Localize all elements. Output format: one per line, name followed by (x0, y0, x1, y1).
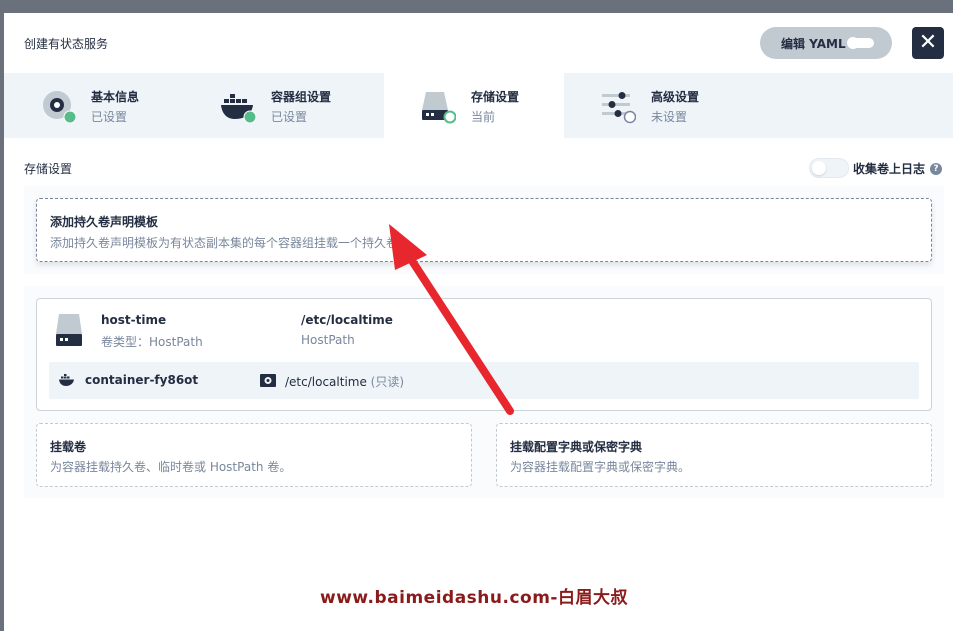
wizard-steps: 基本信息 已设置 容器组设置 已设置 存储设置 当前 高级设置 未设置 (4, 73, 953, 138)
tab-label: 高级设置 (651, 90, 700, 104)
tab-advanced-settings[interactable]: 高级设置 未设置 (564, 73, 744, 138)
section-title: 存储设置 (24, 162, 73, 176)
volume-disk-icon (56, 314, 82, 346)
mount-configmap-secret-button[interactable]: 挂载配置字典或保密字典 为容器挂载配置字典或保密字典。 (496, 423, 932, 487)
tab-status: 未设置 (651, 110, 688, 124)
docker-icon (221, 94, 256, 124)
mount-path-value: /etc/localtime (285, 375, 367, 389)
add-pvc-template-desc: 添加持久卷声明模板为有状态副本集的每个容器组挂载一个持久卷 (50, 236, 399, 250)
volume-path: /etc/localtime (301, 313, 393, 327)
volume-kind: HostPath (301, 333, 355, 347)
add-pvc-template-title: 添加持久卷声明模板 (50, 215, 159, 229)
tab-status: 已设置 (271, 110, 308, 124)
readonly-label: (只读) (370, 375, 405, 389)
tab-pod-settings[interactable]: 容器组设置 已设置 (184, 73, 364, 138)
volumes-panel: host-time 卷类型：HostPath /etc/localtime Ho… (24, 286, 944, 498)
volume-card[interactable]: host-time 卷类型：HostPath /etc/localtime Ho… (36, 298, 932, 411)
watermark: www.baimeidashu.com-白眉大叔 (320, 588, 628, 608)
collect-logs-label: 收集卷上日志 (853, 162, 926, 176)
help-icon[interactable]: ? (930, 163, 942, 175)
modal-title: 创建有状态服务 (24, 37, 109, 51)
collect-logs-toggle[interactable] (809, 158, 849, 178)
edit-yaml-label: 编辑 YAML (781, 36, 846, 51)
tab-storage-settings[interactable]: 存储设置 当前 (384, 73, 564, 138)
mount-volume-button[interactable]: 挂载卷 为容器挂载持久卷、临时卷或 HostPath 卷。 (36, 423, 472, 487)
edit-yaml-toggle-button[interactable]: 编辑 YAML (760, 27, 892, 59)
close-icon[interactable]: ✕ (912, 27, 944, 59)
tab-label: 基本信息 (91, 90, 140, 104)
mount-path: /etc/localtime (只读) (285, 373, 404, 390)
add-pvc-template-button[interactable]: 添加持久卷声明模板 添加持久卷声明模板为有状态副本集的每个容器组挂载一个持久卷 (36, 198, 932, 262)
mount-disk-icon (260, 374, 276, 387)
volume-type: 卷类型：HostPath (101, 335, 203, 349)
tab-label: 存储设置 (471, 90, 520, 104)
tab-status: 当前 (471, 110, 496, 124)
toggle-knob (812, 161, 826, 175)
mount-row: container-fy86ot /etc/localtime (只读) (49, 362, 919, 399)
tab-label: 容器组设置 (271, 90, 332, 104)
pvc-template-panel: 添加持久卷声明模板 添加持久卷声明模板为有状态副本集的每个容器组挂载一个持久卷 (24, 186, 944, 274)
mount-volume-desc: 为容器挂载持久卷、临时卷或 HostPath 卷。 (50, 460, 292, 474)
sliders-icon (602, 92, 636, 124)
disk-gear-icon (43, 91, 76, 124)
volume-name: host-time (101, 313, 167, 327)
tab-status: 已设置 (91, 110, 128, 124)
container-name: container-fy86ot (85, 373, 199, 387)
mount-configmap-desc: 为容器挂载配置字典或保密字典。 (510, 460, 691, 474)
create-statefulset-modal: 创建有状态服务 编辑 YAML ✕ 基本信息 已设置 容器组设置 已设置 存储设… (4, 13, 953, 631)
storage-icon (422, 92, 456, 124)
mount-configmap-title: 挂载配置字典或保密字典 (510, 440, 643, 454)
modal-header: 创建有状态服务 编辑 YAML ✕ (4, 13, 953, 73)
mount-volume-title: 挂载卷 (50, 440, 87, 454)
yaml-switch[interactable] (847, 37, 874, 49)
docker-icon (59, 374, 74, 386)
tab-basic-info[interactable]: 基本信息 已设置 (4, 73, 184, 138)
